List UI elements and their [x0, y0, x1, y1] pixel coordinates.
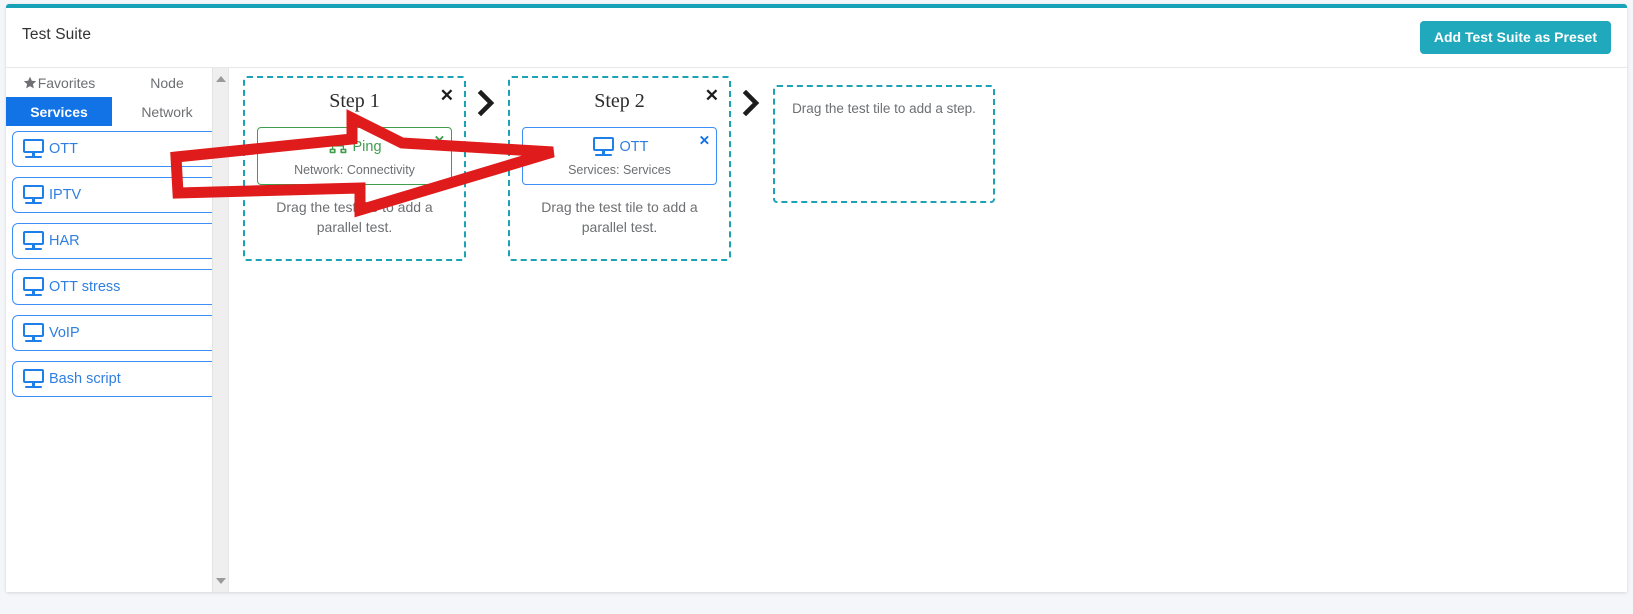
library-tile-label: IPTV [49, 187, 82, 203]
test-tile-name: OTT [619, 139, 649, 155]
panel-header: Test Suite Add Test Suite as Preset [6, 8, 1627, 68]
panel-body: Favorites Node Services Network OTT IPTV… [6, 68, 1627, 592]
step-close-icon[interactable]: ✕ [705, 87, 719, 104]
library-tile-label: VoIP [49, 325, 80, 341]
chevron-right-icon [742, 89, 762, 121]
test-tile-subtitle: Services: Services [568, 163, 671, 177]
library-tile-iptv[interactable]: IPTV [12, 177, 222, 213]
library-tile-har[interactable]: HAR [12, 223, 222, 259]
chevron-right-icon [477, 89, 497, 121]
step-card-1[interactable]: ✕ Step 1 ✕ Ping Network: Connectivity Dr… [243, 76, 466, 261]
add-step-dropzone-label: Drag the test tile to add a step. [792, 101, 976, 116]
parallel-test-dropzone-hint[interactable]: Drag the test tile to add a parallel tes… [522, 197, 717, 238]
sidebar-tab-services[interactable]: Services [6, 97, 112, 126]
step-connector-2 [731, 76, 773, 121]
monitor-icon [21, 230, 47, 252]
sidebar-scrollbar[interactable] [212, 68, 228, 592]
step-title: Step 1 [329, 90, 380, 112]
sidebar-tab-node[interactable]: Node [112, 68, 222, 97]
step-flow: ✕ Step 1 ✕ Ping Network: Connectivity Dr… [243, 76, 995, 261]
sidebar-tab-favorites-label: Favorites [37, 74, 96, 91]
test-tile-name: Ping [352, 139, 382, 155]
library-tile-ott[interactable]: OTT [12, 131, 222, 167]
monitor-icon [21, 276, 47, 298]
parallel-test-dropzone-hint[interactable]: Drag the test tile to add a parallel tes… [257, 197, 452, 238]
sidebar-tab-favorites[interactable]: Favorites [6, 68, 112, 97]
add-test-suite-as-preset-button[interactable]: Add Test Suite as Preset [1419, 21, 1611, 54]
test-tile-list: OTT IPTV HAR OTT stress VoIP Bash script [6, 126, 228, 397]
library-tile-voip[interactable]: VoIP [12, 315, 222, 351]
sitemap-icon [327, 137, 349, 157]
monitor-icon [591, 136, 617, 158]
page-title: Test Suite [22, 26, 92, 43]
library-tile-label: OTT [49, 141, 78, 157]
library-tile-ott-stress[interactable]: OTT stress [12, 269, 222, 305]
remove-test-icon[interactable]: ✕ [434, 134, 445, 148]
monitor-icon [21, 368, 47, 390]
step-close-icon[interactable]: ✕ [440, 87, 454, 104]
step-test-tile-ping[interactable]: ✕ Ping Network: Connectivity [257, 127, 452, 185]
sidebar-tabs: Favorites Node Services Network [6, 68, 222, 126]
test-suite-panel: Test Suite Add Test Suite as Preset Favo… [6, 4, 1627, 592]
monitor-icon [21, 138, 47, 160]
sidebar-tab-node-label: Node [150, 74, 184, 91]
step-test-tile-ott[interactable]: ✕ OTT Services: Services [522, 127, 717, 185]
test-tile-head: OTT [529, 136, 710, 158]
step-title: Step 2 [594, 90, 645, 112]
test-tile-subtitle: Network: Connectivity [294, 163, 415, 177]
sidebar-tab-network[interactable]: Network [112, 97, 222, 126]
test-tile-head: Ping [264, 136, 445, 158]
sidebar-tab-services-label: Services [30, 103, 88, 120]
step-card-2[interactable]: ✕ Step 2 ✕ OTT Services: Services Drag t… [508, 76, 731, 261]
remove-test-icon[interactable]: ✕ [699, 134, 710, 148]
sidebar-tab-network-label: Network [141, 103, 193, 120]
library-tile-bash-script[interactable]: Bash script [12, 361, 222, 397]
test-library-sidebar: Favorites Node Services Network OTT IPTV… [6, 68, 229, 592]
scroll-down-arrow-icon[interactable] [216, 578, 226, 584]
add-step-dropzone[interactable]: Drag the test tile to add a step. [773, 85, 995, 203]
library-tile-label: HAR [49, 233, 80, 249]
monitor-icon [21, 184, 47, 206]
star-icon [23, 76, 37, 90]
step-connector-1 [466, 76, 508, 121]
library-tile-label: OTT stress [49, 279, 121, 295]
monitor-icon [21, 322, 47, 344]
scroll-up-arrow-icon[interactable] [216, 76, 226, 82]
test-suite-canvas: ✕ Step 1 ✕ Ping Network: Connectivity Dr… [230, 68, 1627, 592]
library-tile-label: Bash script [49, 371, 121, 387]
